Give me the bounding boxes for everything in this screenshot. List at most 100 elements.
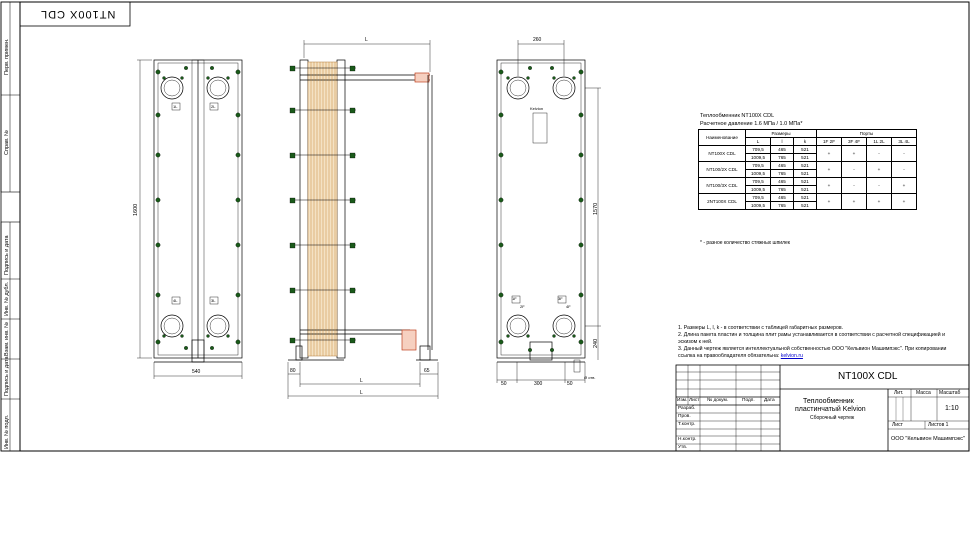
- spec-cell: 465: [770, 177, 794, 186]
- spec-cell: -: [841, 177, 867, 194]
- rear-port-label-1: 1F: [512, 296, 517, 301]
- rear-port-label-4: 4F: [566, 304, 571, 309]
- tb-designation: NT100X CDL: [838, 371, 898, 382]
- side-label-inv-dubl: Инв. № дубл.: [4, 281, 10, 316]
- note-line: 1. Размеры L, l, k - в соответствии с та…: [678, 325, 844, 331]
- side-label-inv-podl: Инв. № подл.: [4, 414, 10, 449]
- spec-cell: 765: [770, 153, 794, 162]
- rear-dim-height: 1570: [593, 202, 599, 215]
- spec-cell: 1009,5: [745, 185, 771, 194]
- spec-cell: +: [816, 145, 842, 162]
- top-stamp-code: NT100X CDL: [40, 8, 116, 20]
- tb-col-doc: № докум.: [707, 398, 729, 403]
- tb-col-date: Дата: [764, 398, 775, 403]
- spec-header-name: Наименование: [698, 129, 746, 146]
- side-dim-top: L: [365, 37, 368, 43]
- spec-cell: +: [816, 193, 842, 210]
- tb-scale-label: Масштаб: [939, 390, 961, 396]
- tb-col-izm: Изм.: [677, 398, 688, 403]
- front-port-label-2: 2L: [211, 104, 216, 109]
- spec-cell: +: [841, 193, 867, 210]
- spec-cell: 765: [770, 185, 794, 194]
- spec-table: Наименование Размеры Порты L l k 1F 2F 3…: [698, 129, 917, 210]
- spec-row-name: NT100/2X CDL: [698, 161, 746, 178]
- spec-header-l: l: [770, 137, 794, 146]
- spec-cell: -: [841, 161, 867, 178]
- rear-port-label-3: 3F: [558, 296, 563, 301]
- side-label-perv-primen: Перв. примен.: [4, 38, 10, 75]
- spec-cell: 1009,5: [745, 201, 771, 210]
- spec-subtitle: Расчетное давление 1.6 МПа / 1.0 МПа*: [700, 121, 803, 127]
- side-dim-left: 80: [290, 368, 296, 374]
- spec-header-dims: Размеры: [745, 129, 817, 138]
- front-dim-width: 540: [192, 369, 201, 375]
- spec-header-k: k: [793, 137, 817, 146]
- rear-dim-port-offset: 240: [593, 338, 599, 348]
- rear-port-label-2: 2F: [520, 304, 525, 309]
- spec-cell: +: [891, 193, 917, 210]
- side-label-vzam-inv: Взам. инв. №: [4, 321, 10, 356]
- side-label-sprav-no: Справ. №: [4, 130, 10, 155]
- spec-cell: 521: [793, 177, 817, 186]
- spec-cell: 1009,5: [745, 153, 771, 162]
- tb-name-line3: Сборочный чертеж: [810, 415, 855, 421]
- spec-cell: 765: [770, 201, 794, 210]
- spec-cell: 465: [770, 193, 794, 202]
- side-dim-bottom-2: L: [360, 390, 363, 396]
- spec-cell: +: [866, 193, 892, 210]
- spec-row-name: 2NT100X CDL: [698, 193, 746, 210]
- rear-dim-bottom-left: 50: [501, 381, 507, 387]
- tb-role-tkontr: Т.контр.: [678, 422, 696, 427]
- tb-role-prov: Пров.: [678, 414, 691, 419]
- spec-cell: 709,5: [745, 193, 771, 202]
- rear-dim-top: 260: [533, 37, 542, 43]
- tb-sheets-label: Листов 1: [928, 422, 949, 428]
- spec-header-L: L: [745, 137, 771, 146]
- spec-cell: +: [816, 161, 842, 178]
- front-view: [153, 59, 243, 363]
- tb-name-line1: Теплообменник: [803, 398, 854, 405]
- tb-scale-value: 1:10: [945, 405, 959, 412]
- table-row: NT100/3X CDL 709,5 465 521 + - - +: [698, 177, 917, 194]
- note-line: эскизом к ней.: [678, 339, 713, 345]
- spec-cell: +: [866, 161, 892, 178]
- spec-cell: 1009,5: [745, 169, 771, 178]
- rear-dim-bottom-right: 50: [567, 381, 573, 387]
- spec-cell: 465: [770, 145, 794, 154]
- table-row: 2NT100X CDL 709,5 465 521 + + + +: [698, 193, 917, 210]
- note-line: ссылка на правообладателя обязательна: k…: [678, 353, 970, 360]
- note-text: ссылка на правообладателя обязательна:: [678, 353, 781, 359]
- tb-sheet-label: Лист: [892, 422, 903, 428]
- rear-dim-hole-note: Ø отв.: [584, 375, 596, 380]
- drawing-notes: 1. Размеры L, l, k - в соответствии с та…: [678, 325, 970, 360]
- side-label-podpis-1: Подпись и дата: [4, 235, 10, 275]
- tb-mass-label: Масса: [916, 390, 931, 396]
- drawing-canvas: [0, 1, 970, 452]
- note-line: 2. Длина пакета пластин и толщина плит р…: [678, 332, 946, 338]
- spec-cell: +: [841, 145, 867, 162]
- front-view-dims: [137, 59, 243, 379]
- tb-company: ООО "Кельвион Машимпэкс": [891, 436, 966, 442]
- front-port-label-4: 3L: [211, 298, 216, 303]
- drawing-frame: [19, 1, 970, 452]
- spec-cell: 465: [770, 161, 794, 170]
- spec-cell: 521: [793, 145, 817, 154]
- front-port-label-3: 4L: [173, 298, 178, 303]
- spec-header-p1: 1F 2F: [816, 137, 842, 146]
- tb-role-razrab: Разраб.: [678, 406, 696, 411]
- spec-cell: 521: [793, 161, 817, 170]
- spec-cell: 521: [793, 185, 817, 194]
- spec-cell: 521: [793, 193, 817, 202]
- tb-col-sign: Подп.: [742, 398, 755, 403]
- kelvion-link[interactable]: kelvion.ru: [781, 353, 803, 359]
- spec-cell: 709,5: [745, 145, 771, 154]
- spec-cell: 521: [793, 153, 817, 162]
- tb-role-nkontr: Н.контр.: [678, 437, 697, 442]
- spec-cell: 521: [793, 201, 817, 210]
- drawing-sheet: NT100X CDL Перв. примен. Справ. № Подпис…: [0, 0, 970, 545]
- side-dim-bottom-1: L: [360, 378, 363, 384]
- front-port-label-1: 1L: [173, 104, 178, 109]
- spec-footnote: * - разное количество стяжных шпилек: [700, 240, 790, 246]
- spec-cell: -: [866, 177, 892, 194]
- spec-cell: -: [891, 161, 917, 178]
